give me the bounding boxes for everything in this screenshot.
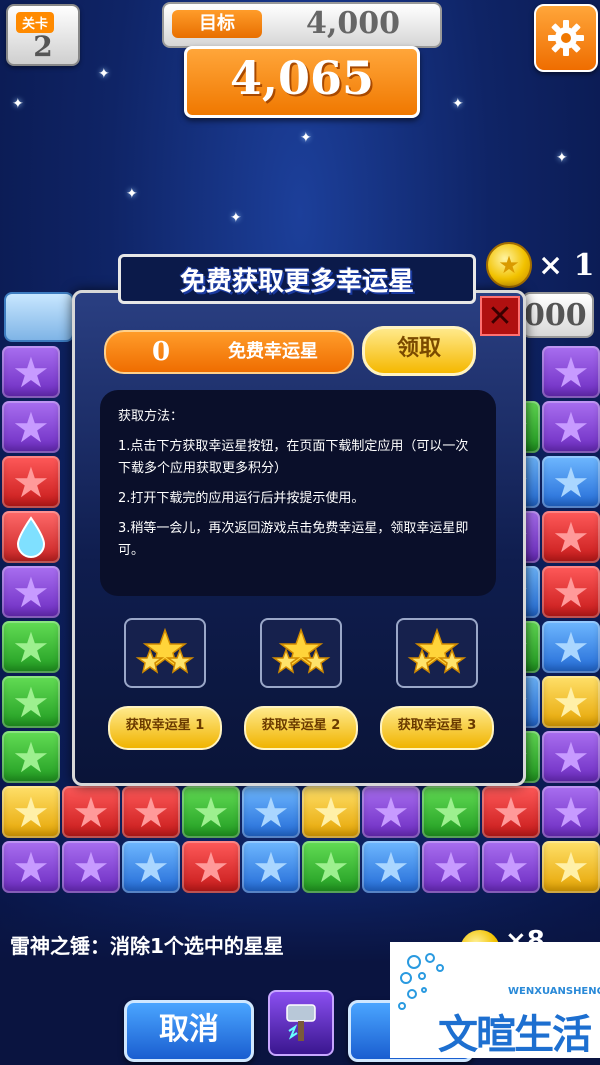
- cancel-button[interactable]: 取消: [124, 1000, 254, 1062]
- instructions-heading: 获取方法：: [118, 409, 184, 424]
- free-stars-count: 0: [152, 337, 171, 367]
- yellow-star-tile[interactable]: ★: [302, 786, 360, 838]
- background-star: ✦: [230, 210, 242, 226]
- instructions-panel: 获取方法： 1.点击下方获取幸运星按钮，在页面下载制定应用（可以一次下载多个应用…: [100, 390, 496, 596]
- purple-star-tile[interactable]: ★: [542, 401, 600, 453]
- stars-icon: [407, 628, 467, 674]
- blue-star-tile[interactable]: ★: [242, 786, 300, 838]
- hammer-tool-button[interactable]: [268, 990, 334, 1056]
- instruction-step-2: 2.打开下载完的应用运行后并按提示使用。: [118, 491, 365, 506]
- purple-star-tile[interactable]: ★: [542, 731, 600, 783]
- red-star-tile[interactable]: ★: [2, 456, 60, 508]
- gear-icon: [548, 20, 584, 56]
- red-star-tile[interactable]: ★: [542, 511, 600, 563]
- purple-star-tile[interactable]: ★: [542, 786, 600, 838]
- blue-star-tile[interactable]: ★: [542, 621, 600, 673]
- background-star: ✦: [452, 96, 464, 112]
- free-stars-label: 免费幸运星: [228, 341, 318, 362]
- purple-star-tile[interactable]: ★: [62, 841, 120, 893]
- stars-icon: [271, 628, 331, 674]
- water-drop-icon: [16, 516, 46, 558]
- get-stars-button-2[interactable]: 获取幸运星 2: [244, 706, 358, 750]
- background-star: ✦: [98, 66, 110, 82]
- stars-reward-slot-3: [396, 618, 478, 688]
- dialog-title: 免费获取更多幸运星: [179, 267, 414, 297]
- instruction-step-1: 1.点击下方获取幸运星按钮，在页面下载制定应用（可以一次下载多个应用获取更多积分…: [118, 439, 469, 476]
- red-star-tile[interactable]: ★: [122, 786, 180, 838]
- purple-star-tile[interactable]: ★: [2, 841, 60, 893]
- star-coins-count: × 1: [538, 247, 595, 283]
- watermark-subtitle: WENXUANSHENGHUO: [508, 986, 600, 997]
- star-coins-counter: ★ × 1: [486, 242, 594, 288]
- red-star-tile[interactable]: ★: [542, 566, 600, 618]
- watermark-logo: WENXUANSHENGHUO 文暄生活: [390, 942, 600, 1058]
- blue-star-tile[interactable]: ★: [362, 841, 420, 893]
- watermark-title: 文暄生活: [438, 1012, 592, 1058]
- purple-star-tile[interactable]: ★: [542, 346, 600, 398]
- stars-icon: [135, 628, 195, 674]
- instruction-step-3: 3.稍等一会儿，再次返回游戏点击免费幸运星，领取幸运星即可。: [118, 521, 469, 558]
- yellow-star-tile[interactable]: ★: [542, 676, 600, 728]
- get-stars-button-3[interactable]: 获取幸运星 3: [380, 706, 494, 750]
- level-indicator: 关卡 2: [6, 4, 80, 66]
- partial-score-display: 000: [522, 292, 594, 338]
- purple-star-tile[interactable]: ★: [2, 566, 60, 618]
- level-number: 2: [33, 30, 53, 63]
- hammer-icon: [286, 1004, 316, 1041]
- yellow-star-tile[interactable]: ★: [542, 841, 600, 893]
- close-dialog-button[interactable]: ✕: [480, 296, 520, 336]
- current-score: 4,065: [229, 51, 375, 105]
- star-coin-icon: ★: [486, 242, 532, 288]
- red-star-tile[interactable]: ★: [482, 786, 540, 838]
- purple-star-tile[interactable]: ★: [422, 841, 480, 893]
- free-stars-bar: 0 免费幸运星: [104, 330, 354, 374]
- green-star-tile[interactable]: ★: [302, 841, 360, 893]
- green-star-tile[interactable]: ★: [422, 786, 480, 838]
- current-score-box: 4,065: [184, 46, 420, 118]
- red-star-tile[interactable]: ★: [182, 841, 240, 893]
- yellow-star-tile[interactable]: ★: [2, 786, 60, 838]
- dialog-title-box: 免费获取更多幸运星: [118, 254, 476, 304]
- red-star-tile[interactable]: ★: [62, 786, 120, 838]
- target-label: 目标: [172, 10, 262, 38]
- target-score-bar: 目标 4,000: [162, 2, 442, 48]
- blue-star-tile[interactable]: ★: [122, 841, 180, 893]
- green-star-tile[interactable]: ★: [2, 731, 60, 783]
- tool-description: 雷神之锤：消除1个选中的星星: [10, 934, 284, 958]
- blue-star-tile[interactable]: ★: [542, 456, 600, 508]
- stars-reward-slot-1: [124, 618, 206, 688]
- green-star-tile[interactable]: ★: [182, 786, 240, 838]
- purple-star-tile[interactable]: ★: [2, 346, 60, 398]
- purple-star-tile[interactable]: ★: [362, 786, 420, 838]
- background-star: ✦: [12, 96, 24, 112]
- gem-progress-bar: [4, 292, 74, 342]
- stars-reward-slot-2: [260, 618, 342, 688]
- green-star-tile[interactable]: ★: [2, 676, 60, 728]
- target-value: 4,000: [306, 6, 400, 41]
- background-star: ✦: [126, 186, 138, 202]
- water-drop-tile[interactable]: [2, 511, 60, 563]
- blue-star-tile[interactable]: ★: [242, 841, 300, 893]
- background-star: ✦: [556, 150, 568, 166]
- background-star: ✦: [300, 130, 312, 146]
- claim-button[interactable]: 领取: [362, 326, 476, 376]
- get-stars-button-1[interactable]: 获取幸运星 1: [108, 706, 222, 750]
- green-star-tile[interactable]: ★: [2, 621, 60, 673]
- purple-star-tile[interactable]: ★: [482, 841, 540, 893]
- purple-star-tile[interactable]: ★: [2, 401, 60, 453]
- close-icon: ✕: [487, 298, 513, 334]
- settings-button[interactable]: [534, 4, 598, 72]
